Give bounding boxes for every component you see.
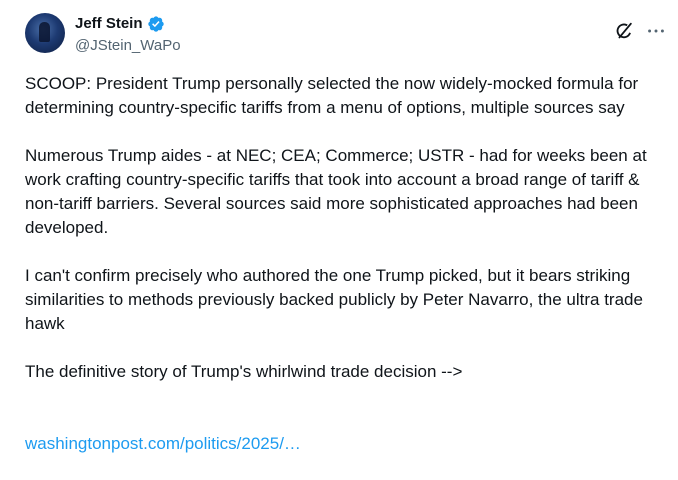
article-link[interactable]: washingtonpost.com/politics/2025/… [25,434,301,453]
author-handle[interactable]: @JStein_WaPo [75,36,181,56]
tweet-paragraph: The definitive story of Trump's whirlwin… [25,362,463,381]
author-name-row: Jeff Stein [75,14,165,34]
avatar[interactable] [25,13,65,53]
author-display-name[interactable]: Jeff Stein [75,14,143,34]
tweet-link-paragraph: washingtonpost.com/politics/2025/… [25,408,670,456]
grok-icon[interactable] [613,20,635,42]
tweet-paragraph: SCOOP: President Trump personally select… [25,74,639,117]
tweet-paragraph: Numerous Trump aides - at NEC; CEA; Comm… [25,146,647,237]
verified-badge-icon[interactable] [147,15,165,33]
tweet-card: Jeff Stein @JStein_WaPo SCOOP: President… [0,0,678,453]
tweet-paragraph: I can't confirm precisely who authored t… [25,266,643,333]
tweet-text: SCOOP: President Trump personally select… [25,72,670,480]
more-icon[interactable] [645,20,667,42]
avatar-figure [39,22,50,42]
